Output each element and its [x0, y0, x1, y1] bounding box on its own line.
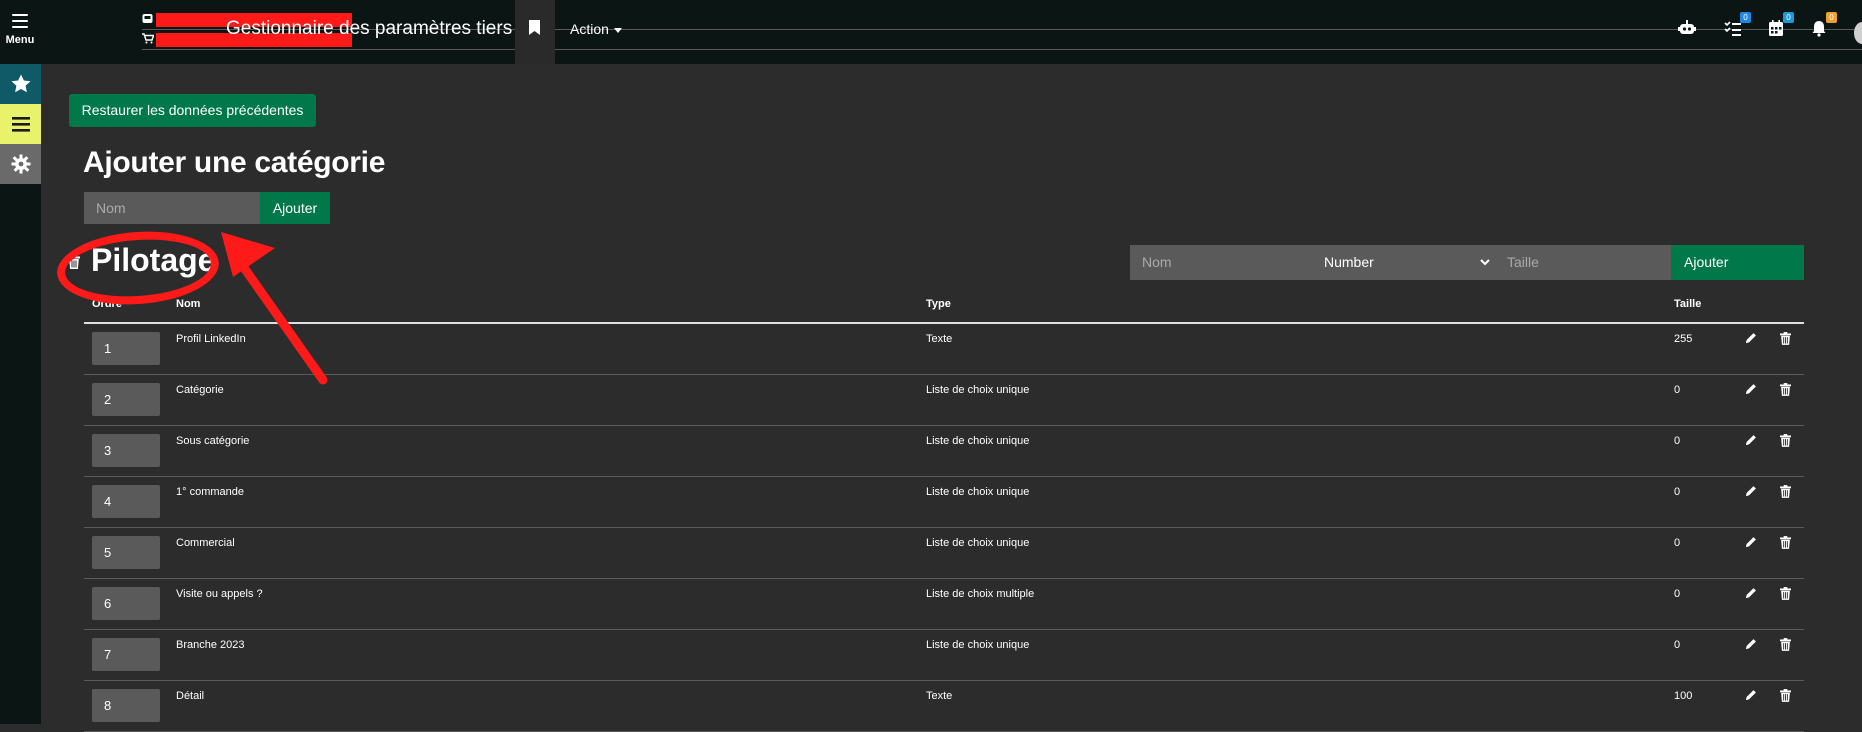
order-input[interactable]: 6 [92, 587, 160, 620]
field-name: Branche 2023 [176, 639, 245, 651]
trash-icon[interactable] [1780, 332, 1791, 348]
field-name: Détail [176, 690, 205, 702]
add-category-title: Ajouter une catégorie [83, 146, 386, 179]
calendar-button[interactable]: 0 [1766, 12, 1794, 40]
trash-icon[interactable] [1780, 536, 1791, 552]
star-icon [11, 74, 31, 93]
field-type-select[interactable]: Number [1322, 245, 1497, 280]
field-size: 0 [1674, 486, 1681, 498]
menu-list-button[interactable] [0, 104, 41, 144]
pencil-icon[interactable] [1745, 689, 1757, 704]
trash-icon[interactable] [1780, 689, 1791, 705]
page-title: Gestionnaire des paramètres tiers [226, 18, 513, 39]
table-row: 5 Commercial Liste de choix unique 0 [84, 527, 1804, 579]
field-type: Liste de choix unique [926, 639, 1030, 651]
pencil-icon[interactable] [1745, 434, 1757, 449]
field-size: 255 [1674, 333, 1693, 345]
order-input[interactable]: 5 [92, 536, 160, 569]
field-name-input[interactable]: Nom [1130, 245, 1322, 280]
calendar-badge: 0 [1783, 12, 1794, 23]
pencil-icon[interactable] [1745, 383, 1757, 398]
tasks-badge: 0 [1740, 12, 1751, 23]
bookmark-icon [529, 20, 540, 35]
action-dropdown[interactable]: Action [570, 21, 622, 37]
field-type: Texte [926, 333, 953, 345]
field-type: Liste de choix unique [926, 384, 1030, 396]
table-row: 3 Sous catégorie Liste de choix unique 0 [84, 425, 1804, 477]
trash-icon[interactable] [1780, 587, 1791, 603]
pencil-icon[interactable] [1745, 587, 1757, 602]
table-row: 8 Détail Texte 100 [84, 680, 1804, 732]
add-field-button[interactable]: Ajouter [1671, 245, 1804, 280]
caret-down-icon [613, 27, 622, 33]
field-type: Liste de choix unique [926, 435, 1030, 447]
pencil-icon[interactable] [1745, 638, 1757, 653]
trash-icon[interactable] [1780, 485, 1791, 501]
table-row: 1 Profil LinkedIn Texte 255 [84, 323, 1804, 375]
notifications-badge: 0 [1826, 12, 1837, 23]
hamburger-icon [12, 14, 28, 32]
order-input[interactable]: 7 [92, 638, 160, 671]
gear-icon [11, 154, 31, 174]
field-type: Texte [926, 690, 953, 702]
side-rail [0, 64, 41, 724]
field-size: 0 [1674, 537, 1681, 549]
pencil-icon[interactable] [1745, 536, 1757, 551]
field-size: 0 [1674, 588, 1681, 600]
fields-table-header: Ordre Nom Type Taille [84, 295, 1804, 324]
field-size-input[interactable]: Taille [1497, 245, 1671, 280]
top-bar: Menu Gestionnaire des paramètres tiers A… [0, 0, 1862, 64]
trash-icon[interactable] [1780, 434, 1791, 450]
inbox-icon [142, 13, 153, 27]
tasks-button[interactable]: 0 [1723, 12, 1751, 40]
field-name: Profil LinkedIn [176, 333, 246, 345]
column-header-type[interactable]: Type [926, 298, 951, 310]
order-input[interactable]: 8 [92, 689, 160, 722]
table-row: 6 Visite ou appels ? Liste de choix multip… [84, 578, 1804, 630]
notifications-button[interactable]: 0 [1809, 12, 1837, 40]
table-row: 4 1° commande Liste de choix unique 0 [84, 476, 1804, 528]
order-input[interactable]: 1 [92, 332, 160, 365]
settings-button[interactable] [0, 144, 41, 184]
cart-icon [142, 33, 155, 47]
column-header-size[interactable]: Taille [1674, 298, 1701, 310]
robot-button[interactable] [1677, 18, 1699, 40]
field-type: Liste de choix multiple [926, 588, 1035, 600]
robot-icon [1678, 20, 1696, 34]
order-input[interactable]: 3 [92, 434, 160, 467]
field-name: Commercial [176, 537, 235, 549]
favorites-button[interactable] [0, 64, 41, 104]
pencil-icon[interactable] [1745, 485, 1757, 500]
field-type: Liste de choix unique [926, 486, 1030, 498]
hamburger-icon [12, 117, 30, 132]
order-input[interactable]: 2 [92, 383, 160, 416]
pencil-icon[interactable] [1745, 332, 1757, 347]
field-name: Catégorie [176, 384, 224, 396]
table-row: 2 Catégorie Liste de choix unique 0 [84, 374, 1804, 426]
field-type-selected: Number [1324, 254, 1374, 270]
menu-button[interactable]: Menu [0, 0, 40, 64]
field-size: 0 [1674, 639, 1681, 651]
bookmark-button[interactable] [515, 0, 555, 64]
field-type: Liste de choix unique [926, 537, 1030, 549]
category-name-input[interactable]: Nom [84, 192, 260, 224]
field-name: Visite ou appels ? [176, 588, 263, 600]
field-size: 0 [1674, 384, 1681, 396]
column-header-name[interactable]: Nom [176, 298, 200, 310]
table-row: 7 Branche 2023 Liste de choix unique 0 [84, 629, 1804, 681]
field-name: Sous catégorie [176, 435, 250, 447]
menu-label: Menu [5, 34, 35, 46]
trash-icon[interactable] [1780, 383, 1791, 399]
trash-icon[interactable] [1780, 638, 1791, 654]
restore-button[interactable]: Restaurer les données précédentes [69, 94, 316, 127]
add-category-button[interactable]: Ajouter [260, 192, 330, 224]
chevron-down-icon [1480, 259, 1490, 266]
action-label: Action [570, 21, 609, 37]
field-size: 100 [1674, 690, 1693, 702]
field-name: 1° commande [176, 486, 244, 498]
field-size: 0 [1674, 435, 1681, 447]
order-input[interactable]: 4 [92, 485, 160, 518]
